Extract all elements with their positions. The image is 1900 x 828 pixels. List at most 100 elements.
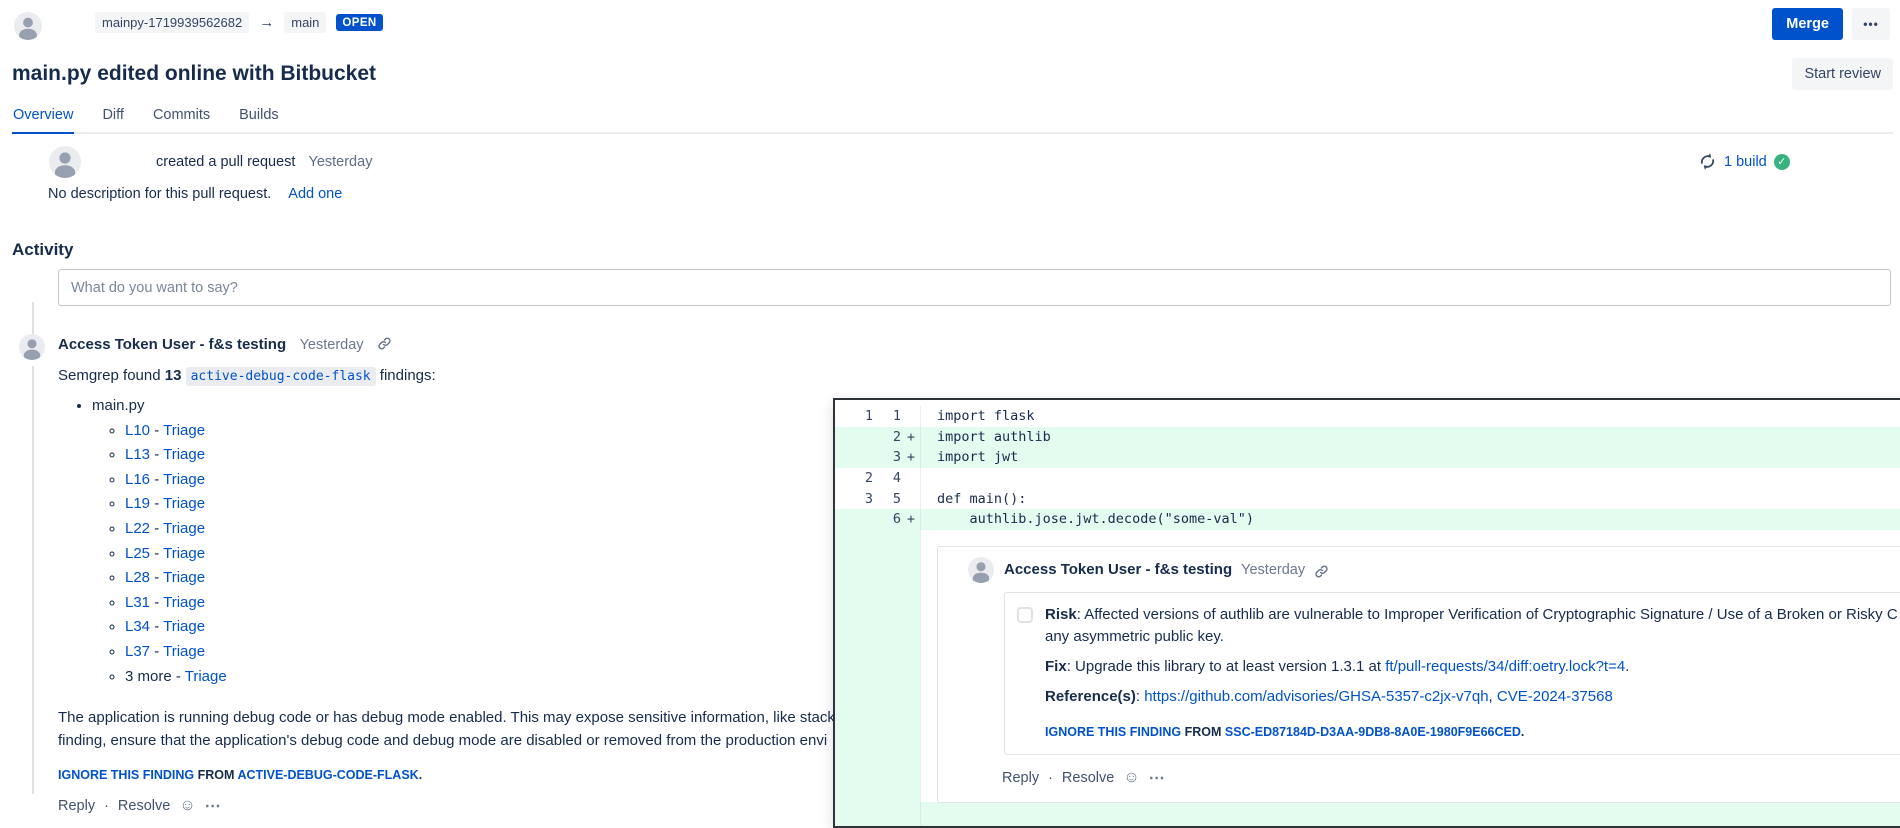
ignore-finding-link[interactable]: IGNORE THIS FINDING xyxy=(58,768,194,782)
inline-ignore-line: IGNORE THIS FINDING FROM SSC-ED87184D-D3… xyxy=(1045,721,1898,743)
triage-link[interactable]: Triage xyxy=(163,446,205,463)
dash-separator: - xyxy=(150,446,163,463)
risk-line-1: Risk: Affected versions of authlib are v… xyxy=(1045,604,1898,626)
finding-line-link[interactable]: L34 xyxy=(125,618,150,635)
diff-sign: + xyxy=(904,449,918,465)
add-description-link[interactable]: Add one xyxy=(288,186,342,202)
diff-code-row[interactable]: 35 def main(): xyxy=(835,488,1900,509)
diff-code-row[interactable]: 2+import authlib xyxy=(835,427,1900,448)
finding-checkbox[interactable] xyxy=(1017,607,1033,623)
merge-button[interactable]: Merge xyxy=(1772,8,1843,40)
build-count-link[interactable]: 1 build xyxy=(1724,154,1767,170)
inline-comment-actions: Reply · Resolve ☺ ⋯ xyxy=(1002,768,1900,788)
target-branch-lozenge[interactable]: main xyxy=(284,12,326,33)
finding-line-link[interactable]: L22 xyxy=(125,520,150,537)
dash-separator: - xyxy=(150,594,163,611)
triage-link[interactable]: Triage xyxy=(163,545,205,562)
code-line: import jwt xyxy=(921,449,1018,465)
inline-comment-time[interactable]: Yesterday xyxy=(1241,562,1305,578)
triage-link[interactable]: Triage xyxy=(163,495,205,512)
triage-link[interactable]: Triage xyxy=(163,594,205,611)
diff-code-row[interactable]: 11import flask xyxy=(835,406,1900,427)
reply-link[interactable]: Reply xyxy=(58,798,95,814)
ignore-from-text: FROM xyxy=(198,768,235,782)
created-time: Yesterday xyxy=(308,154,372,170)
advisory-link[interactable]: https://github.com/advisories/GHSA-5357-… xyxy=(1144,688,1488,705)
emoji-reaction-icon[interactable]: ☺ xyxy=(179,797,195,815)
diff-code-row[interactable]: 3+import jwt xyxy=(835,447,1900,468)
triage-link[interactable]: Triage xyxy=(163,643,205,660)
permalink-icon[interactable] xyxy=(377,336,392,351)
old-line-number: 3 xyxy=(835,491,873,507)
tab-overview[interactable]: Overview xyxy=(12,107,74,134)
finding-line-link[interactable]: L37 xyxy=(125,643,150,660)
ignore-rule-link[interactable]: ACTIVE-DEBUG-CODE-FLASK xyxy=(237,768,418,782)
person-icon xyxy=(14,12,42,40)
commenter-avatar[interactable] xyxy=(19,334,45,360)
comment-more-icon[interactable]: ⋯ xyxy=(1149,768,1165,788)
resolve-link[interactable]: Resolve xyxy=(1062,770,1114,786)
semgrep-summary-line: Semgrep found 13 active-debug-code-flask… xyxy=(58,367,1859,384)
tab-bar: Overview Diff Commits Builds xyxy=(12,107,1893,134)
created-text: created a pull request xyxy=(156,154,295,170)
fix-link[interactable]: ft/pull-requests/34/diff:oetry.lock?t=4 xyxy=(1385,658,1625,675)
dash-separator: - xyxy=(150,618,163,635)
finding-line-link[interactable]: L13 xyxy=(125,446,150,463)
reply-link[interactable]: Reply xyxy=(1002,770,1039,786)
comma: , xyxy=(1489,688,1497,705)
comment-input[interactable] xyxy=(58,269,1891,306)
triage-link[interactable]: Triage xyxy=(163,618,205,635)
tab-commits[interactable]: Commits xyxy=(152,107,211,132)
ignore-rule-link[interactable]: SSC-ED87184D-D3AA-9DB8-8A0E-1980F9E66CED xyxy=(1225,725,1521,739)
creator-avatar[interactable] xyxy=(49,146,81,178)
new-line-number: 5 xyxy=(877,491,901,507)
ignore-finding-link[interactable]: IGNORE THIS FINDING xyxy=(1045,725,1181,739)
colon: : xyxy=(1136,688,1144,705)
finding-line-link[interactable]: L16 xyxy=(125,471,150,488)
comment-header: Access Token User - f&s testing Yesterda… xyxy=(58,334,1859,354)
finding-count: 13 xyxy=(165,367,182,384)
inline-comment-author[interactable]: Access Token User - f&s testing xyxy=(1004,561,1232,578)
no-description-text: No description for this pull request. xyxy=(48,186,271,202)
ignore-from-text: FROM xyxy=(1185,725,1222,739)
pr-author-avatar[interactable] xyxy=(14,12,42,40)
emoji-reaction-icon[interactable]: ☺ xyxy=(1123,769,1139,787)
tab-diff[interactable]: Diff xyxy=(101,107,125,132)
diff-code-row[interactable]: 24 xyxy=(835,468,1900,489)
triage-link[interactable]: Triage xyxy=(163,422,205,439)
triage-link[interactable]: Triage xyxy=(163,471,205,488)
source-branch-lozenge[interactable]: mainpy-1719939562682 xyxy=(95,12,249,33)
dash-separator: - xyxy=(150,495,163,512)
thread-connector xyxy=(32,302,34,334)
code-line: def main(): xyxy=(921,491,1026,507)
diff-code-row[interactable]: 6+ authlib.jose.jwt.decode("some-val") xyxy=(835,509,1900,530)
triage-link[interactable]: Triage xyxy=(163,520,205,537)
triage-link[interactable]: Triage xyxy=(163,569,205,586)
dot-separator: · xyxy=(104,798,109,814)
new-line-number: 1 xyxy=(877,408,901,424)
references-line: Reference(s): https://github.com/advisor… xyxy=(1045,686,1898,708)
comment-more-icon[interactable]: ⋯ xyxy=(205,796,221,816)
finding-line-link[interactable]: L10 xyxy=(125,422,150,439)
more-findings-text: 3 more xyxy=(125,668,172,685)
dash-separator: - xyxy=(150,545,163,562)
resolve-link[interactable]: Resolve xyxy=(118,798,170,814)
fix-label: Fix xyxy=(1045,658,1067,675)
inline-comment-header: Access Token User - f&s testing Yesterda… xyxy=(938,547,1900,583)
triage-link[interactable]: Triage xyxy=(185,668,227,685)
build-success-icon: ✓ xyxy=(1774,154,1790,170)
start-review-button[interactable]: Start review xyxy=(1792,58,1893,90)
comment-time[interactable]: Yesterday xyxy=(300,337,364,353)
diff-gutter-fill xyxy=(835,530,921,802)
references-label: Reference(s) xyxy=(1045,688,1136,705)
more-actions-button[interactable]: ••• xyxy=(1852,8,1890,40)
tab-builds[interactable]: Builds xyxy=(238,107,280,132)
finding-line-link[interactable]: L28 xyxy=(125,569,150,586)
finding-line-link[interactable]: L31 xyxy=(125,594,150,611)
inline-commenter-avatar[interactable] xyxy=(968,557,994,583)
cve-link[interactable]: CVE-2024-37568 xyxy=(1497,688,1613,705)
finding-line-link[interactable]: L25 xyxy=(125,545,150,562)
finding-line-link[interactable]: L19 xyxy=(125,495,150,512)
permalink-icon[interactable] xyxy=(1314,564,1329,579)
comment-author[interactable]: Access Token User - f&s testing xyxy=(58,336,286,353)
